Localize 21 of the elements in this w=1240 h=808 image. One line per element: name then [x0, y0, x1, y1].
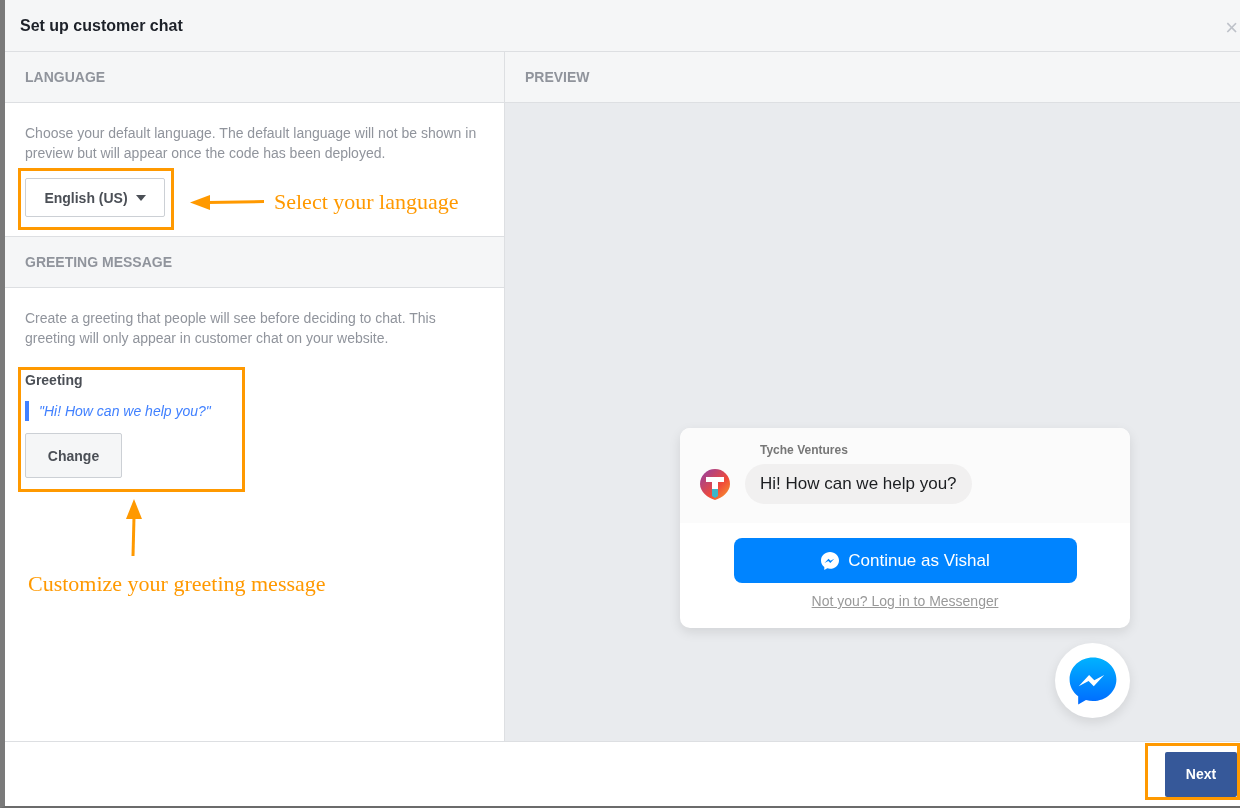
continue-button[interactable]: Continue as Vishal	[733, 538, 1077, 583]
arrow-icon	[125, 499, 143, 557]
logo-icon	[698, 467, 732, 501]
language-dropdown[interactable]: English (US)	[25, 178, 165, 217]
greeting-label: Greeting	[25, 372, 84, 388]
arrow-icon	[190, 194, 266, 210]
greeting-quote: "Hi! How can we help you?"	[25, 401, 484, 421]
window-title: Set up customer chat	[20, 16, 183, 35]
description-text: Choose your default language. The default language will not be shown in preview but will appear once the code has been deployed.	[25, 124, 478, 163]
messenger-icon	[820, 550, 841, 571]
description-text: Create a greeting that people will see before deciding to chat. This greeting will only appear in customer chat on your website.	[25, 309, 437, 348]
section-title: PREVIEW	[525, 69, 590, 85]
next-button[interactable]: Next	[1165, 751, 1237, 797]
change-button[interactable]: Change	[25, 433, 122, 478]
annotation-text: Select your language	[274, 189, 459, 215]
caret-icon	[135, 194, 146, 201]
annotation-text: Customize your greeting message	[28, 571, 326, 597]
chat-bubble: Hi! How can we help you?	[745, 464, 972, 504]
section-title: LANGUAGE	[25, 69, 106, 85]
section-title: GREETING MESSAGE	[25, 254, 173, 270]
page-name: Tyche Ventures	[760, 443, 849, 457]
